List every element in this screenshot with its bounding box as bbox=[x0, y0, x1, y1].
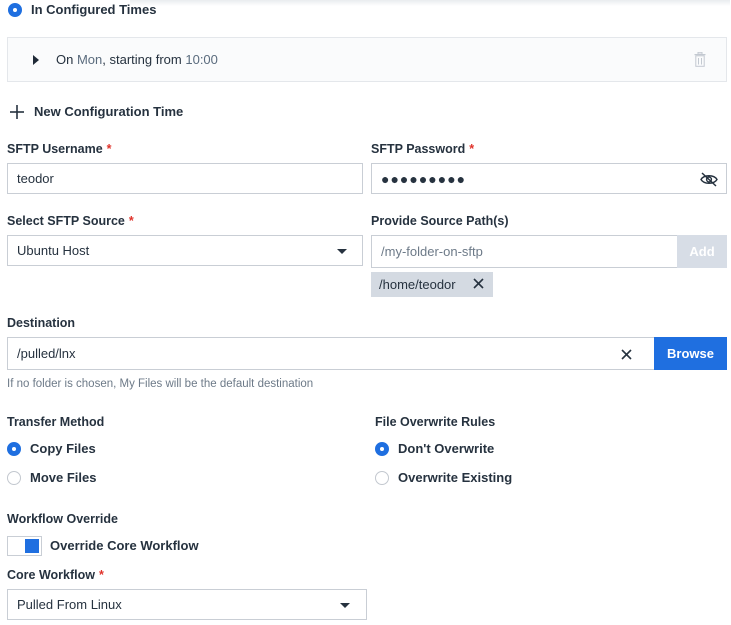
transfer-option-move-label: Move Files bbox=[30, 470, 97, 485]
required-asterisk: * bbox=[128, 214, 134, 228]
add-path-button[interactable]: Add bbox=[677, 235, 727, 268]
source-path-label: Provide Source Path(s) bbox=[371, 214, 509, 228]
source-path-chip: /home/teodor bbox=[371, 272, 493, 297]
source-path-input[interactable]: /my-folder-on-sftp bbox=[371, 235, 678, 268]
source-path-chip-label: /home/teodor bbox=[379, 277, 456, 292]
transfer-option-copy-label: Copy Files bbox=[30, 441, 96, 456]
required-asterisk: * bbox=[106, 142, 112, 156]
required-asterisk: * bbox=[469, 142, 475, 156]
sftp-username-input[interactable]: teodor bbox=[7, 163, 363, 194]
sftp-password-label: SFTP Password * bbox=[371, 142, 475, 156]
eye-slash-icon[interactable] bbox=[700, 172, 718, 187]
overwrite-option-dont-label: Don't Overwrite bbox=[398, 441, 495, 456]
radio-checked-icon[interactable] bbox=[8, 2, 22, 17]
sftp-username-label: SFTP Username * bbox=[7, 142, 112, 156]
destination-value: /pulled/lnx bbox=[17, 346, 76, 361]
sftp-password-input[interactable]: ●●●●●●●●● bbox=[371, 163, 727, 194]
overwrite-option-existing-label: Overwrite Existing bbox=[398, 470, 513, 485]
clear-icon[interactable] bbox=[621, 349, 632, 360]
radio-unchecked-icon[interactable] bbox=[375, 470, 389, 485]
core-workflow-select[interactable]: Pulled From Linux bbox=[7, 589, 367, 620]
configured-time-text: On Mon, starting from 10:00 bbox=[56, 52, 218, 67]
browse-button[interactable]: Browse bbox=[654, 337, 727, 370]
overwrite-option-dont[interactable]: Don't Overwrite bbox=[375, 441, 494, 456]
expand-caret-icon[interactable] bbox=[33, 55, 39, 65]
sftp-source-label: Select SFTP Source * bbox=[7, 214, 134, 228]
sftp-source-select[interactable]: Ubuntu Host bbox=[7, 235, 363, 266]
sftp-username-value: teodor bbox=[17, 171, 54, 186]
workflow-override-label: Workflow Override bbox=[7, 512, 118, 526]
plus-icon bbox=[10, 104, 24, 119]
remove-chip-icon[interactable] bbox=[473, 278, 484, 289]
transfer-method-label: Transfer Method bbox=[7, 415, 105, 429]
schedule-option-configured-times[interactable]: In Configured Times bbox=[8, 2, 156, 17]
trash-icon[interactable] bbox=[694, 52, 706, 67]
destination-label: Destination bbox=[7, 316, 76, 330]
toggle-knob bbox=[25, 539, 39, 553]
radio-checked-icon[interactable] bbox=[7, 441, 21, 456]
chevron-down-icon bbox=[337, 249, 347, 254]
radio-checked-icon[interactable] bbox=[375, 441, 389, 456]
new-configuration-time-label: New Configuration Time bbox=[34, 104, 184, 119]
overwrite-option-existing[interactable]: Overwrite Existing bbox=[375, 470, 512, 485]
new-configuration-time-button[interactable]: New Configuration Time bbox=[10, 104, 183, 119]
sftp-source-value: Ubuntu Host bbox=[17, 243, 90, 258]
sftp-password-mask: ●●●●●●●●● bbox=[381, 170, 467, 187]
transfer-option-copy[interactable]: Copy Files bbox=[7, 441, 96, 456]
core-workflow-label: Core Workflow * bbox=[7, 568, 104, 582]
radio-unchecked-icon[interactable] bbox=[7, 470, 21, 485]
top-shadow bbox=[130, 0, 730, 6]
configured-time-entry[interactable]: On Mon, starting from 10:00 bbox=[7, 37, 727, 82]
core-workflow-value: Pulled From Linux bbox=[17, 597, 122, 612]
destination-input[interactable]: /pulled/lnx bbox=[7, 337, 655, 370]
schedule-option-label: In Configured Times bbox=[31, 2, 157, 17]
destination-hint: If no folder is chosen, My Files will be… bbox=[7, 378, 314, 390]
required-asterisk: * bbox=[98, 568, 104, 582]
override-core-workflow-label: Override Core Workflow bbox=[50, 538, 199, 553]
override-core-workflow-toggle[interactable] bbox=[7, 536, 42, 556]
source-path-placeholder: /my-folder-on-sftp bbox=[381, 244, 483, 259]
overwrite-rules-label: File Overwrite Rules bbox=[375, 415, 496, 429]
transfer-option-move[interactable]: Move Files bbox=[7, 470, 96, 485]
chevron-down-icon bbox=[340, 603, 350, 608]
